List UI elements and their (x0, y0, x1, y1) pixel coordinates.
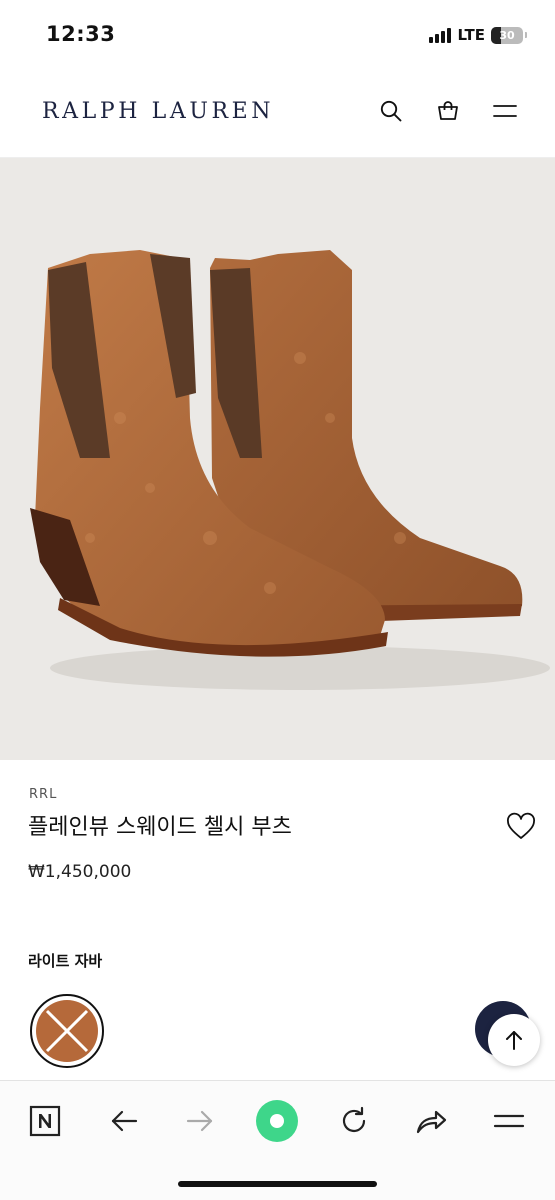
menu-icon[interactable] (490, 96, 520, 126)
swatch-selected-icon (36, 1000, 98, 1062)
status-bar: 12:33 LTE 30 (0, 0, 555, 70)
scroll-top-button[interactable] (488, 1014, 540, 1066)
status-indicators: LTE 30 (429, 24, 527, 46)
brand-logo[interactable]: RALPH LAUREN (42, 99, 274, 124)
heart-icon[interactable] (505, 811, 537, 843)
color-swatch[interactable] (30, 994, 104, 1068)
network-label: LTE (457, 26, 485, 44)
battery-icon: 30 (491, 26, 523, 44)
selected-color-name: 라이트 자바 (28, 952, 103, 970)
forward-arrow-icon[interactable] (178, 1099, 222, 1143)
product-name: 플레인뷰 스웨이드 첼시 부츠 (28, 815, 292, 840)
home-indicator (178, 1181, 377, 1187)
arrow-up-icon (506, 1031, 522, 1050)
naver-icon[interactable] (23, 1099, 67, 1143)
shopping-bag-icon[interactable] (433, 96, 463, 126)
signal-icon (429, 27, 452, 43)
product-brand: RRL (29, 787, 58, 802)
menu-icon[interactable] (487, 1099, 531, 1143)
refresh-icon[interactable] (332, 1099, 376, 1143)
product-price: ₩1,450,000 (28, 862, 132, 882)
chelsea-boots-illustration (30, 250, 550, 690)
green-dot-icon[interactable] (255, 1099, 299, 1143)
back-arrow-icon[interactable] (102, 1099, 146, 1143)
site-header: RALPH LAUREN (0, 70, 555, 158)
battery-level: 30 (499, 28, 515, 42)
product-image[interactable] (0, 158, 555, 760)
search-icon[interactable] (376, 96, 406, 126)
status-time: 12:33 (46, 22, 116, 46)
share-icon[interactable] (409, 1099, 453, 1143)
